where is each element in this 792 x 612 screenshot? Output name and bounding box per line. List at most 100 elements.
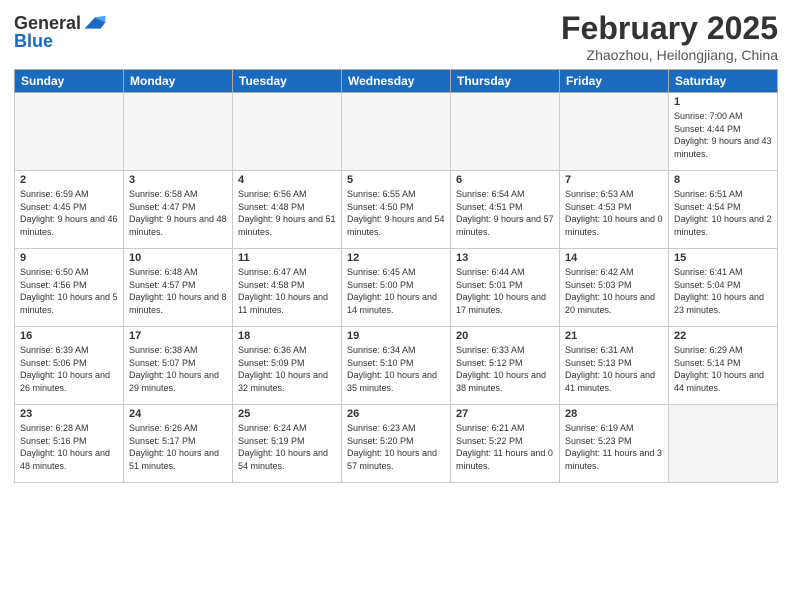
calendar-cell: 16 Sunrise: 6:39 AM Sunset: 5:06 PM Dayli… (15, 327, 124, 405)
day-number: 11 (238, 252, 336, 264)
day-number: 24 (129, 408, 227, 420)
logo: General Blue (14, 14, 107, 52)
day-info: Sunrise: 7:00 AM Sunset: 4:44 PM Dayligh… (674, 110, 772, 160)
day-info: Sunrise: 6:55 AM Sunset: 4:50 PM Dayligh… (347, 188, 445, 238)
calendar-cell: 28 Sunrise: 6:19 AM Sunset: 5:23 PM Dayli… (560, 405, 669, 483)
day-info: Sunrise: 6:50 AM Sunset: 4:56 PM Dayligh… (20, 266, 118, 316)
title-block: February 2025 Zhaozhou, Heilongjiang, Ch… (561, 10, 778, 63)
col-header-saturday: Saturday (669, 70, 778, 93)
calendar-cell: 19 Sunrise: 6:34 AM Sunset: 5:10 PM Dayli… (342, 327, 451, 405)
calendar-cell: 18 Sunrise: 6:36 AM Sunset: 5:09 PM Dayli… (233, 327, 342, 405)
day-number: 27 (456, 408, 554, 420)
day-number: 17 (129, 330, 227, 342)
day-info: Sunrise: 6:26 AM Sunset: 5:17 PM Dayligh… (129, 422, 227, 472)
calendar-cell: 26 Sunrise: 6:23 AM Sunset: 5:20 PM Dayli… (342, 405, 451, 483)
day-info: Sunrise: 6:56 AM Sunset: 4:48 PM Dayligh… (238, 188, 336, 238)
calendar-cell: 3 Sunrise: 6:58 AM Sunset: 4:47 PM Daylig… (124, 171, 233, 249)
day-number: 8 (674, 174, 772, 186)
calendar-cell: 20Sunrise: 6:33 AM Sunset: 5:12 PM Dayli… (451, 327, 560, 405)
calendar-cell: 24 Sunrise: 6:26 AM Sunset: 5:17 PM Dayli… (124, 405, 233, 483)
day-number: 4 (238, 174, 336, 186)
calendar-cell: 21 Sunrise: 6:31 AM Sunset: 5:13 PM Dayli… (560, 327, 669, 405)
day-info: Sunrise: 6:47 AM Sunset: 4:58 PM Dayligh… (238, 266, 336, 316)
day-number: 26 (347, 408, 445, 420)
day-number: 12 (347, 252, 445, 264)
col-header-monday: Monday (124, 70, 233, 93)
calendar-cell (124, 93, 233, 171)
day-info: Sunrise: 6:24 AM Sunset: 5:19 PM Dayligh… (238, 422, 336, 472)
week-row-4: 23 Sunrise: 6:28 AM Sunset: 5:16 PM Dayli… (15, 405, 778, 483)
day-number: 9 (20, 252, 118, 264)
col-header-wednesday: Wednesday (342, 70, 451, 93)
calendar-header-row: SundayMondayTuesdayWednesdayThursdayFrid… (15, 70, 778, 93)
week-row-3: 16 Sunrise: 6:39 AM Sunset: 5:06 PM Dayli… (15, 327, 778, 405)
day-number: 25 (238, 408, 336, 420)
calendar-cell (669, 405, 778, 483)
col-header-sunday: Sunday (15, 70, 124, 93)
col-header-thursday: Thursday (451, 70, 560, 93)
day-info: Sunrise: 6:48 AM Sunset: 4:57 PM Dayligh… (129, 266, 227, 316)
month-title: February 2025 (561, 10, 778, 47)
day-info: Sunrise: 6:38 AM Sunset: 5:07 PM Dayligh… (129, 344, 227, 394)
day-info: Sunrise: 6:31 AM Sunset: 5:13 PM Dayligh… (565, 344, 663, 394)
day-number: 7 (565, 174, 663, 186)
day-info: Sunrise: 6:45 AM Sunset: 5:00 PM Dayligh… (347, 266, 445, 316)
calendar-cell (15, 93, 124, 171)
day-number: 20 (456, 330, 554, 342)
calendar-cell: 14 Sunrise: 6:42 AM Sunset: 5:03 PM Dayli… (560, 249, 669, 327)
day-number: 15 (674, 252, 772, 264)
calendar-cell: 27 Sunrise: 6:21 AM Sunset: 5:22 PM Dayli… (451, 405, 560, 483)
calendar-cell (451, 93, 560, 171)
day-info: Sunrise: 6:29 AM Sunset: 5:14 PM Dayligh… (674, 344, 772, 394)
day-number: 28 (565, 408, 663, 420)
day-number: 14 (565, 252, 663, 264)
day-info: Sunrise: 6:28 AM Sunset: 5:16 PM Dayligh… (20, 422, 118, 472)
calendar-cell (233, 93, 342, 171)
logo-text-line2: Blue (14, 31, 53, 51)
calendar-cell: 2Sunrise: 6:59 AM Sunset: 4:45 PM Daylig… (15, 171, 124, 249)
day-info: Sunrise: 6:21 AM Sunset: 5:22 PM Dayligh… (456, 422, 554, 472)
calendar-cell: 11 Sunrise: 6:47 AM Sunset: 4:58 PM Dayli… (233, 249, 342, 327)
calendar-cell: 1 Sunrise: 7:00 AM Sunset: 4:44 PM Daylig… (669, 93, 778, 171)
day-number: 19 (347, 330, 445, 342)
day-info: Sunrise: 6:51 AM Sunset: 4:54 PM Dayligh… (674, 188, 772, 238)
day-info: Sunrise: 6:23 AM Sunset: 5:20 PM Dayligh… (347, 422, 445, 472)
location: Zhaozhou, Heilongjiang, China (561, 47, 778, 63)
day-number: 3 (129, 174, 227, 186)
calendar-cell: 12 Sunrise: 6:45 AM Sunset: 5:00 PM Dayli… (342, 249, 451, 327)
day-info: Sunrise: 6:53 AM Sunset: 4:53 PM Dayligh… (565, 188, 663, 238)
day-number: 5 (347, 174, 445, 186)
week-row-1: 2Sunrise: 6:59 AM Sunset: 4:45 PM Daylig… (15, 171, 778, 249)
calendar-cell: 23 Sunrise: 6:28 AM Sunset: 5:16 PM Dayli… (15, 405, 124, 483)
calendar-cell: 9 Sunrise: 6:50 AM Sunset: 4:56 PM Daylig… (15, 249, 124, 327)
calendar-cell: 5 Sunrise: 6:55 AM Sunset: 4:50 PM Daylig… (342, 171, 451, 249)
calendar-cell (560, 93, 669, 171)
day-info: Sunrise: 6:41 AM Sunset: 5:04 PM Dayligh… (674, 266, 772, 316)
calendar-cell: 6 Sunrise: 6:54 AM Sunset: 4:51 PM Daylig… (451, 171, 560, 249)
day-info: Sunrise: 6:42 AM Sunset: 5:03 PM Dayligh… (565, 266, 663, 316)
calendar-cell: 4 Sunrise: 6:56 AM Sunset: 4:48 PM Daylig… (233, 171, 342, 249)
calendar: SundayMondayTuesdayWednesdayThursdayFrid… (14, 69, 778, 483)
day-number: 16 (20, 330, 118, 342)
calendar-cell: 7 Sunrise: 6:53 AM Sunset: 4:53 PM Daylig… (560, 171, 669, 249)
header: General Blue February 2025 Zhaozhou, Hei… (14, 10, 778, 63)
day-number: 13 (456, 252, 554, 264)
col-header-tuesday: Tuesday (233, 70, 342, 93)
day-number: 1 (674, 96, 772, 108)
day-info: Sunrise: 6:19 AM Sunset: 5:23 PM Dayligh… (565, 422, 663, 472)
day-number: 6 (456, 174, 554, 186)
day-info: Sunrise: 6:54 AM Sunset: 4:51 PM Dayligh… (456, 188, 554, 238)
day-number: 23 (20, 408, 118, 420)
day-info: Sunrise: 6:39 AM Sunset: 5:06 PM Dayligh… (20, 344, 118, 394)
day-number: 21 (565, 330, 663, 342)
calendar-cell: 22Sunrise: 6:29 AM Sunset: 5:14 PM Dayli… (669, 327, 778, 405)
calendar-cell: 8 Sunrise: 6:51 AM Sunset: 4:54 PM Daylig… (669, 171, 778, 249)
logo-text-line1: General (14, 14, 81, 32)
col-header-friday: Friday (560, 70, 669, 93)
day-info: Sunrise: 6:58 AM Sunset: 4:47 PM Dayligh… (129, 188, 227, 238)
day-number: 10 (129, 252, 227, 264)
day-info: Sunrise: 6:36 AM Sunset: 5:09 PM Dayligh… (238, 344, 336, 394)
day-number: 18 (238, 330, 336, 342)
day-info: Sunrise: 6:34 AM Sunset: 5:10 PM Dayligh… (347, 344, 445, 394)
calendar-cell (342, 93, 451, 171)
